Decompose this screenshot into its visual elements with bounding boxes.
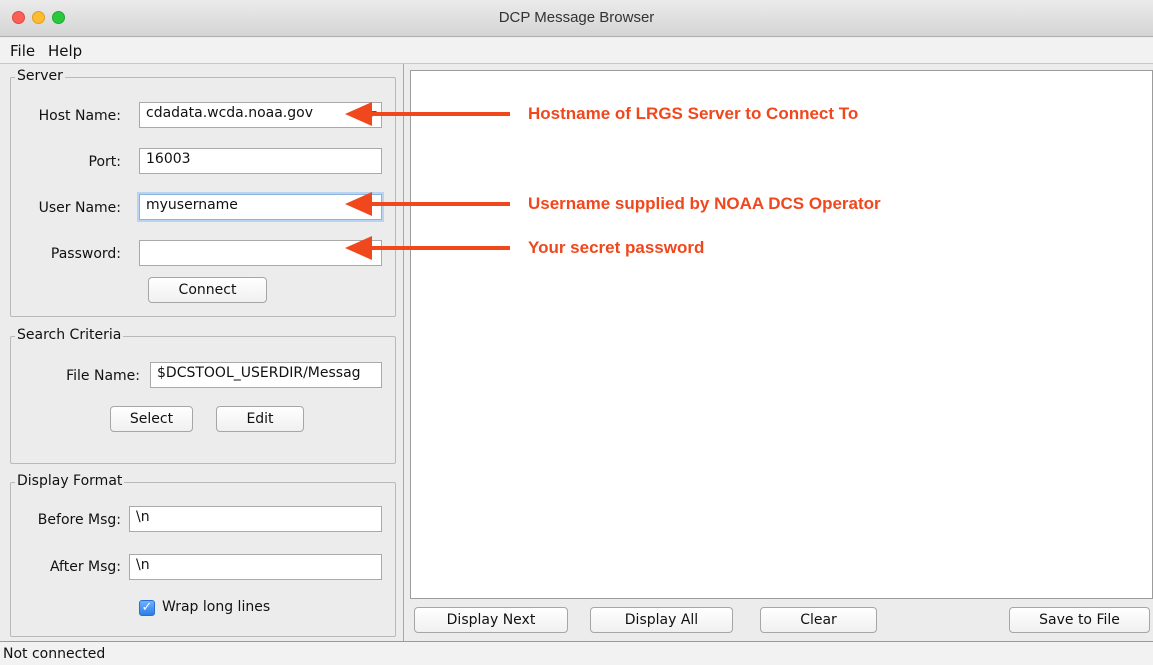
annotation-hostname: Hostname of LRGS Server to Connect To: [528, 104, 859, 123]
arrow-head-username: [345, 192, 372, 216]
arrow-head-password: [345, 236, 372, 260]
arrow-head-hostname: [345, 102, 372, 126]
annotation-username: Username supplied by NOAA DCS Operator: [528, 194, 881, 213]
annotation-arrows: [345, 102, 510, 260]
annotation-password: Your secret password: [528, 238, 705, 257]
